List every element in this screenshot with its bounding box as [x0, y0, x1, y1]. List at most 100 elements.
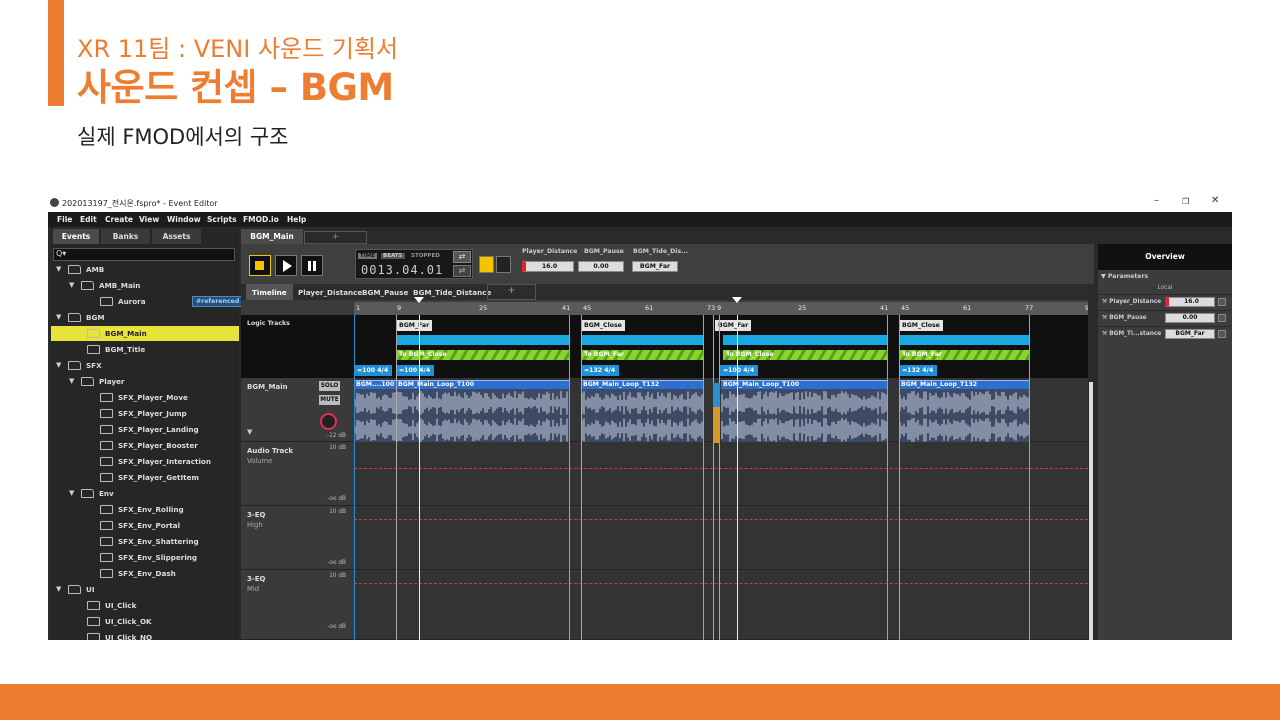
timeline-ruler[interactable]: 1 9 25 41 45 61 73 9 25 41 45 61 77 9	[354, 302, 1089, 315]
audio-clip[interactable]: BGM_Main_Loop_T132	[899, 380, 1029, 442]
menu-scripts[interactable]: Scripts	[207, 215, 237, 224]
destination-marker[interactable]: BGM_Far	[715, 320, 752, 331]
destination-marker[interactable]: BGM_Far	[396, 320, 433, 331]
bgm-pause-value[interactable]: 0.00	[578, 261, 624, 272]
minimize-button[interactable]: –	[1154, 195, 1159, 206]
menu-view[interactable]: View	[139, 215, 159, 224]
player-distance-value[interactable]: 16.0	[522, 261, 574, 272]
collapse-triangle-icon[interactable]: ▼	[247, 428, 252, 436]
tab-assets[interactable]: Assets	[152, 229, 201, 244]
automation-curve[interactable]	[354, 468, 1088, 469]
audio-clip[interactable]: BGM_Main_Loop_T100	[721, 380, 887, 442]
menu-edit[interactable]: Edit	[80, 215, 97, 224]
expand-triangle-icon[interactable]: ▼	[56, 265, 61, 273]
automation-lane[interactable]	[354, 442, 1088, 506]
tree-event[interactable]: BGM_Main	[51, 326, 239, 341]
metronome-toggle-icon[interactable]: ⇄	[453, 265, 471, 277]
menu-fmod-io[interactable]: FMOD.io	[243, 215, 279, 224]
tree-event[interactable]: SFX_Env_Dash	[51, 566, 239, 581]
tab-events[interactable]: Events	[53, 229, 99, 244]
loop-end-marker[interactable]	[732, 297, 742, 303]
tree-event[interactable]: SFX_Player_Landing	[51, 422, 239, 437]
time-mode-toggle[interactable]: TIME	[358, 253, 378, 259]
tree-event[interactable]: BGM_Title	[51, 342, 239, 357]
loop-toggle-icon[interactable]: ⇄	[453, 251, 471, 263]
volume-knob-icon[interactable]	[320, 413, 337, 430]
automation-lane[interactable]	[354, 506, 1088, 570]
transition-region[interactable]: To BGM_Far	[899, 350, 1029, 360]
transition-region[interactable]: To BGM_Close	[723, 350, 887, 360]
loop-region[interactable]	[723, 335, 887, 345]
param-checkbox[interactable]	[1218, 330, 1226, 338]
add-parameter-sheet-button[interactable]: +	[487, 284, 536, 300]
bgm-tide-distance-value[interactable]: BGM_Far	[632, 261, 678, 272]
tree-folder[interactable]: ▼ Env	[51, 486, 239, 501]
tree-event[interactable]: SFX_Env_Rolling	[51, 502, 239, 517]
audio-clip[interactable]: BGM_Main_Loop_T100	[396, 380, 569, 442]
transition-timeline-marker[interactable]	[713, 383, 720, 443]
add-event-tab-button[interactable]: +	[304, 231, 367, 244]
mute-button[interactable]: MUTE	[319, 395, 340, 405]
tree-event[interactable]: UI_Click	[51, 598, 239, 613]
tempo-marker[interactable]: =100 4/4	[396, 365, 434, 376]
audio-clip[interactable]: BGM_Main_Loop_T132	[581, 380, 703, 442]
destination-marker[interactable]: BGM_Close	[899, 320, 943, 331]
param-value[interactable]: 0.00	[1165, 313, 1215, 323]
tree-folder[interactable]: ▼ Player	[51, 374, 239, 389]
tree-event[interactable]: SFX_Env_Slippering	[51, 550, 239, 565]
expand-triangle-icon[interactable]: ▼	[69, 489, 74, 497]
param-checkbox[interactable]	[1218, 314, 1226, 322]
tree-folder[interactable]: ▼ BGM	[51, 310, 239, 325]
tempo-marker[interactable]: =100 4/4	[720, 365, 758, 376]
stop-button[interactable]	[249, 255, 271, 276]
menu-create[interactable]: Create	[105, 215, 133, 224]
transition-region[interactable]: To BGM_Close	[396, 350, 569, 360]
destination-marker[interactable]: BGM_Close	[581, 320, 625, 331]
loop-region[interactable]	[899, 335, 1029, 345]
tree-event[interactable]: SFX_Player_Booster	[51, 438, 239, 453]
expand-triangle-icon[interactable]: ▼	[69, 281, 74, 289]
tempo-marker[interactable]: =132 4/4	[899, 365, 937, 376]
tree-event[interactable]: SFX_Player_Jump	[51, 406, 239, 421]
tempo-marker[interactable]: =132 4/4	[581, 365, 619, 376]
tree-event[interactable]: Aurora #referenced	[51, 294, 244, 309]
tab-player-distance[interactable]: Player_Distance	[298, 284, 362, 300]
automation-curve[interactable]	[354, 519, 1088, 520]
grid-view-icon[interactable]	[496, 256, 511, 273]
restore-button[interactable]: ❐	[1182, 197, 1189, 206]
loop-start-marker[interactable]	[414, 297, 424, 303]
param-value[interactable]: BGM_Far	[1165, 329, 1215, 339]
tree-event[interactable]: SFX_Env_Shattering	[51, 534, 239, 549]
menu-help[interactable]: Help	[287, 215, 306, 224]
tab-bgm-tide-distance[interactable]: BGM_Tide_Distance	[413, 284, 491, 300]
close-button[interactable]: ✕	[1211, 195, 1219, 206]
transition-region[interactable]: To BGM_Far	[581, 350, 703, 360]
track-header-automation[interactable]: 3-EQ High 10 dB -oo dB	[241, 506, 354, 570]
parameters-section-label[interactable]: ▼ Parameters	[1101, 273, 1148, 280]
list-view-icon[interactable]	[479, 256, 494, 273]
beats-mode-toggle[interactable]: BEATS	[381, 253, 405, 259]
search-input[interactable]: Q▾	[53, 248, 235, 261]
tree-event[interactable]: SFX_Player_GetItem	[51, 470, 239, 485]
tree-folder[interactable]: ▼ AMB	[51, 262, 239, 277]
solo-button[interactable]: SOLO	[319, 381, 340, 391]
expand-triangle-icon[interactable]: ▼	[56, 313, 61, 321]
tree-event[interactable]: SFX_Env_Portal	[51, 518, 239, 533]
vertical-scrollbar[interactable]	[1088, 300, 1094, 640]
track-header-bgm-main[interactable]: BGM_Main SOLO MUTE ▼ -12 dB	[241, 378, 354, 442]
tree-folder[interactable]: ▼ AMB_Main	[51, 278, 239, 293]
pause-button[interactable]	[301, 255, 323, 276]
menu-window[interactable]: Window	[167, 215, 201, 224]
track-header-automation[interactable]: 3-EQ Mid 10 dB -oo dB	[241, 570, 354, 640]
audio-clip[interactable]: BGM....100	[354, 380, 396, 442]
menu-file[interactable]: File	[57, 215, 72, 224]
track-header-automation[interactable]: Audio Track Volume 10 dB -oo dB	[241, 442, 354, 506]
tree-event[interactable]: SFX_Player_Move	[51, 390, 239, 405]
audio-lane[interactable]: BGM....100 BGM_Main_Loop_T100 BGM_Main_Loo…	[354, 378, 1088, 442]
tab-bgm-pause[interactable]: BGM_Pause	[362, 284, 408, 300]
tree-event[interactable]: SFX_Player_Interaction	[51, 454, 239, 469]
tree-folder[interactable]: ▼ UI	[51, 582, 239, 597]
expand-triangle-icon[interactable]: ▼	[56, 585, 61, 593]
tree-folder[interactable]: ▼ SFX	[51, 358, 239, 373]
loop-region[interactable]	[396, 335, 569, 345]
